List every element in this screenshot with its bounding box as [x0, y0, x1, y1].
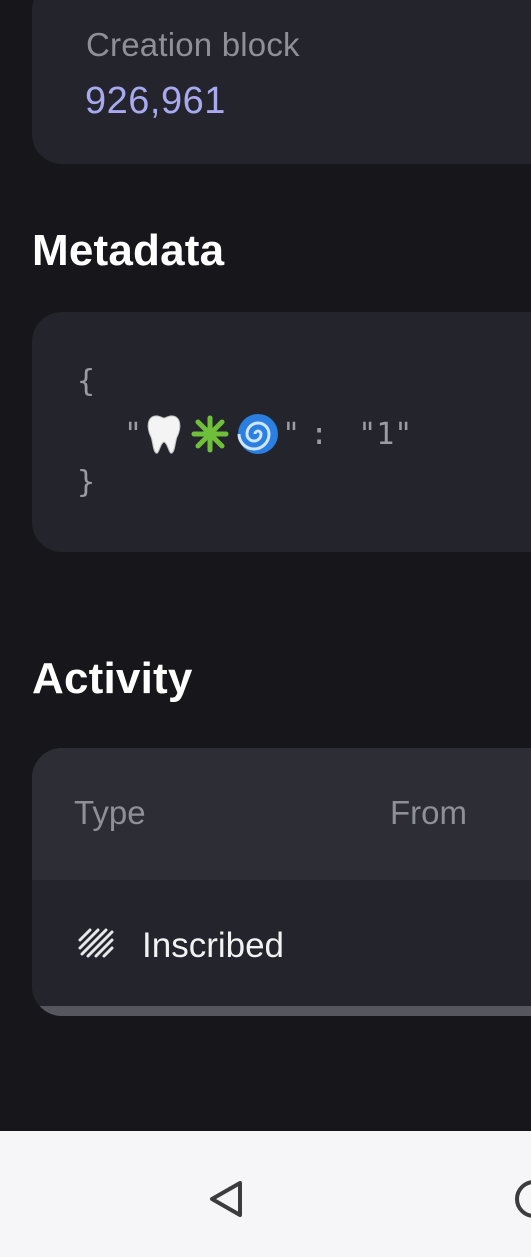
system-nav-bar	[0, 1131, 531, 1257]
json-value: "1"	[358, 416, 413, 452]
table-scrollbar[interactable]	[32, 1006, 531, 1016]
json-close-brace: }	[77, 465, 96, 500]
json-key-open-quote: "	[124, 416, 143, 452]
page: Creation block 926,961 Metadata { " ": …	[0, 0, 531, 1257]
json-key-value-line: " ": "1"	[124, 412, 412, 456]
activity-table-header: Type From	[32, 748, 531, 880]
home-icon[interactable]	[512, 1177, 531, 1221]
activity-type-label: Inscribed	[142, 926, 285, 965]
json-colon: :	[310, 416, 329, 452]
table-row[interactable]: Inscribed	[32, 880, 531, 1006]
sparkle-icon	[190, 414, 231, 454]
metadata-code-card: { " ": "1"}	[32, 312, 531, 552]
json-key-emoji	[144, 412, 280, 456]
metadata-heading: Metadata	[32, 226, 225, 275]
back-icon[interactable]	[204, 1177, 248, 1221]
column-header-from: From	[390, 794, 467, 831]
creation-block-value[interactable]: 926,961	[85, 80, 226, 123]
activity-heading: Activity	[32, 654, 193, 703]
swirl-icon	[237, 414, 279, 454]
json-key-close-quote: "	[282, 416, 301, 452]
activity-table: Type From Inscribed	[32, 748, 531, 1016]
column-header-type: Type	[74, 794, 146, 831]
creation-block-label: Creation block	[86, 26, 300, 63]
tooth-icon	[147, 415, 181, 454]
json-open-brace: {	[77, 364, 96, 399]
inscribe-hatch-icon	[78, 928, 114, 958]
